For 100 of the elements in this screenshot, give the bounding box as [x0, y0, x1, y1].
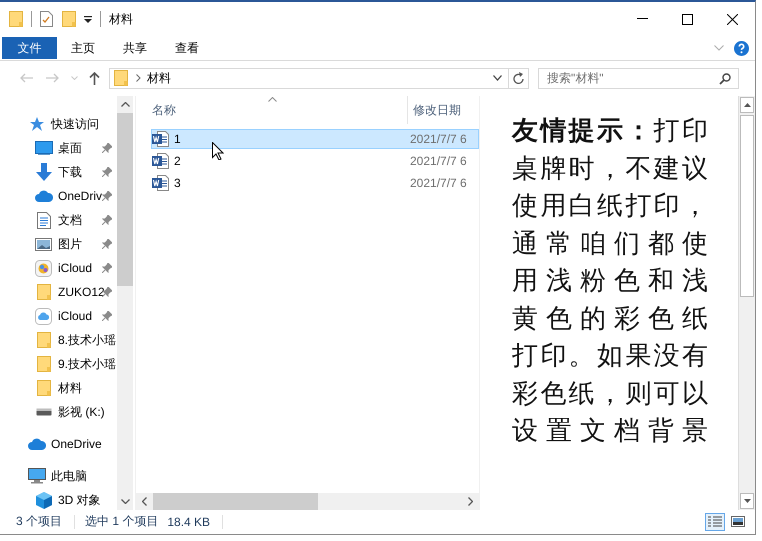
drive-icon	[36, 408, 52, 416]
up-arrow-icon[interactable]	[744, 103, 750, 107]
modified-date: 2021/7/7 6	[410, 132, 467, 146]
nav-item[interactable]: 9.技术小瑶	[0, 352, 117, 376]
file-menu-button[interactable]: 文件	[2, 37, 57, 59]
pin-icon	[102, 263, 112, 273]
column-header[interactable]: 修改日期	[408, 96, 467, 124]
back-arrow-icon	[20, 73, 32, 83]
nav-item[interactable]: 文档	[0, 208, 117, 232]
nav-item[interactable]: 此电脑	[0, 464, 117, 488]
folder-icon	[9, 11, 23, 27]
breadcrumb[interactable]: 材料	[147, 70, 171, 86]
chevron-down-icon	[70, 76, 78, 80]
details-view-icon	[708, 516, 722, 528]
pin-icon	[102, 239, 112, 249]
refresh-icon	[513, 72, 524, 84]
ribbon-tab[interactable]: 主页	[57, 37, 109, 59]
preview-text-line: 桌牌时，不建议	[512, 152, 708, 186]
address-bar[interactable]: 材料	[109, 68, 509, 88]
scrollbar[interactable]	[117, 96, 133, 510]
preview-text-line: 黄色的彩色纸	[512, 302, 708, 336]
nav-item[interactable]: 材料	[0, 376, 117, 400]
nav-item[interactable]: OneDrive	[0, 432, 117, 456]
document-icon	[36, 212, 50, 228]
pin-icon	[102, 191, 112, 201]
dropdown-arrow-icon[interactable]	[84, 16, 92, 22]
item-count: 3 个项目	[16, 513, 62, 530]
folder-icon	[36, 380, 50, 396]
nav-item[interactable]: ZUKO12	[0, 280, 117, 304]
cube-icon	[36, 492, 52, 508]
cloud-icon	[34, 190, 52, 202]
window-title: 材料	[109, 10, 133, 28]
word-document-icon	[152, 153, 169, 169]
nav-item[interactable]: 3D 对象	[0, 488, 117, 510]
preview-text-line: 设置文档背景	[512, 415, 708, 448]
large-icons-view-icon	[731, 516, 745, 527]
nav-item[interactable]: iCloud	[0, 256, 117, 280]
folder-icon	[36, 284, 50, 300]
selection-size: 18.4 KB	[167, 514, 210, 528]
sort-ascending-icon	[268, 97, 276, 102]
file-row[interactable]: 1 2021/7/7 6	[151, 129, 479, 149]
up-arrow-icon	[88, 72, 100, 84]
star-icon	[28, 116, 44, 132]
preview-text-line: 通常咱们都使	[512, 228, 708, 260]
desktop-icon	[34, 141, 52, 155]
nav-item[interactable]: 下载	[0, 160, 117, 184]
vertical-scrollbar[interactable]	[738, 96, 755, 510]
minimize-icon	[637, 18, 648, 20]
cloud-icon	[35, 308, 52, 324]
preview-text-line: 使用白纸打印，	[512, 190, 708, 223]
modified-date: 2021/7/7 6	[410, 176, 467, 190]
column-header[interactable]: 名称	[136, 96, 408, 124]
pin-icon	[102, 287, 112, 297]
horizontal-scrollbar[interactable]	[136, 493, 479, 510]
pin-icon	[102, 311, 112, 321]
pin-icon	[102, 143, 112, 153]
properties-icon[interactable]	[40, 11, 53, 27]
selection-count: 选中 1 个项目	[85, 513, 158, 530]
preview-text-line: 彩色纸，则可以	[512, 378, 708, 410]
pin-icon	[102, 215, 112, 225]
preview-text-line: 用浅粉色和浅	[512, 265, 708, 298]
refresh-button[interactable]	[509, 68, 529, 88]
help-icon[interactable]	[734, 40, 749, 56]
file-row[interactable]: 2 2021/7/7 6	[151, 151, 479, 171]
details-view-button[interactable]	[705, 512, 725, 530]
ribbon-tab[interactable]: 查看	[161, 37, 213, 59]
down-arrow-icon[interactable]	[744, 499, 750, 503]
down-arrow-icon	[34, 163, 52, 181]
file-name: 2	[174, 154, 181, 168]
nav-item[interactable]: 8.技术小瑶	[0, 328, 117, 352]
file-row[interactable]: 3 2021/7/7 6	[151, 173, 479, 193]
close-icon	[727, 14, 738, 24]
picture-icon	[35, 238, 52, 250]
nav-item[interactable]: OneDriv	[0, 184, 117, 208]
maximize-icon	[682, 14, 693, 24]
new-folder-icon	[62, 11, 76, 27]
preview-text-line: 打印。如果没有	[512, 340, 708, 373]
nav-item[interactable]: 桌面	[0, 136, 117, 160]
folder-icon	[36, 356, 50, 372]
pin-icon	[102, 167, 112, 177]
nav-item[interactable]: 快速访问	[0, 112, 117, 136]
nav-item[interactable]: 影视 (K:)	[0, 400, 117, 424]
modified-date: 2021/7/7 6	[410, 154, 467, 168]
computer-icon	[28, 468, 46, 484]
mouse-cursor-icon	[212, 142, 224, 160]
file-name: 3	[174, 176, 181, 190]
cloud-icon	[28, 438, 46, 450]
file-name: 1	[174, 132, 181, 146]
ribbon-tab[interactable]: 共享	[109, 37, 161, 59]
nav-item[interactable]: 图片	[0, 232, 117, 256]
search-field[interactable]: 搜索"材料"	[538, 68, 739, 88]
folder-icon	[36, 332, 50, 348]
search-icon	[719, 72, 731, 84]
word-document-icon	[152, 175, 169, 191]
preview-text-line: 友情提示：打印	[512, 115, 708, 148]
photos-icon	[35, 260, 52, 276]
nav-item[interactable]: iCloud	[0, 304, 117, 328]
chevron-icon[interactable]	[136, 74, 141, 82]
forward-arrow-icon	[46, 73, 58, 83]
word-document-icon	[152, 131, 169, 147]
